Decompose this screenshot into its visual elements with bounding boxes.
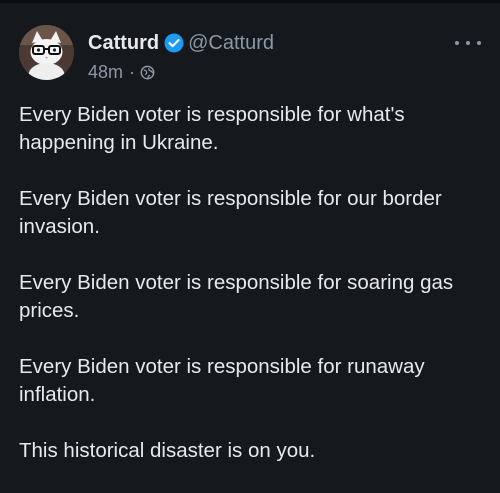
- author-handle[interactable]: @Catturd: [188, 32, 274, 55]
- globe-icon: [140, 65, 155, 79]
- cat-with-glasses-avatar-icon: [19, 25, 74, 80]
- more-dot: [466, 41, 470, 45]
- more-dot: [477, 41, 481, 45]
- tweet-meta: 48m ·: [88, 61, 155, 83]
- tweet-text: Every Biden voter is responsible for wha…: [19, 101, 479, 493]
- avatar[interactable]: [19, 25, 74, 80]
- tweet-paragraph: This historical disaster is on you.: [19, 439, 316, 462]
- tweet-card: Catturd @Catturd 48m · Every Biden voter…: [0, 0, 500, 488]
- tweet-paragraph: Every Biden voter is responsible for wha…: [19, 103, 405, 154]
- tweet-timestamp[interactable]: 48m: [88, 62, 123, 83]
- tweet-paragraph: Every Biden voter is responsible for run…: [19, 355, 425, 406]
- tweet-paragraph: Every Biden voter is responsible for soa…: [19, 271, 454, 322]
- author-display-name[interactable]: Catturd: [88, 32, 159, 55]
- tweet-paragraph: Every Biden voter is responsible for our…: [19, 187, 442, 238]
- more-options-icon[interactable]: [455, 36, 481, 50]
- verified-badge-icon: [164, 33, 184, 53]
- more-dot: [455, 41, 459, 45]
- author-row: Catturd @Catturd: [88, 29, 274, 57]
- meta-separator: ·: [129, 61, 136, 82]
